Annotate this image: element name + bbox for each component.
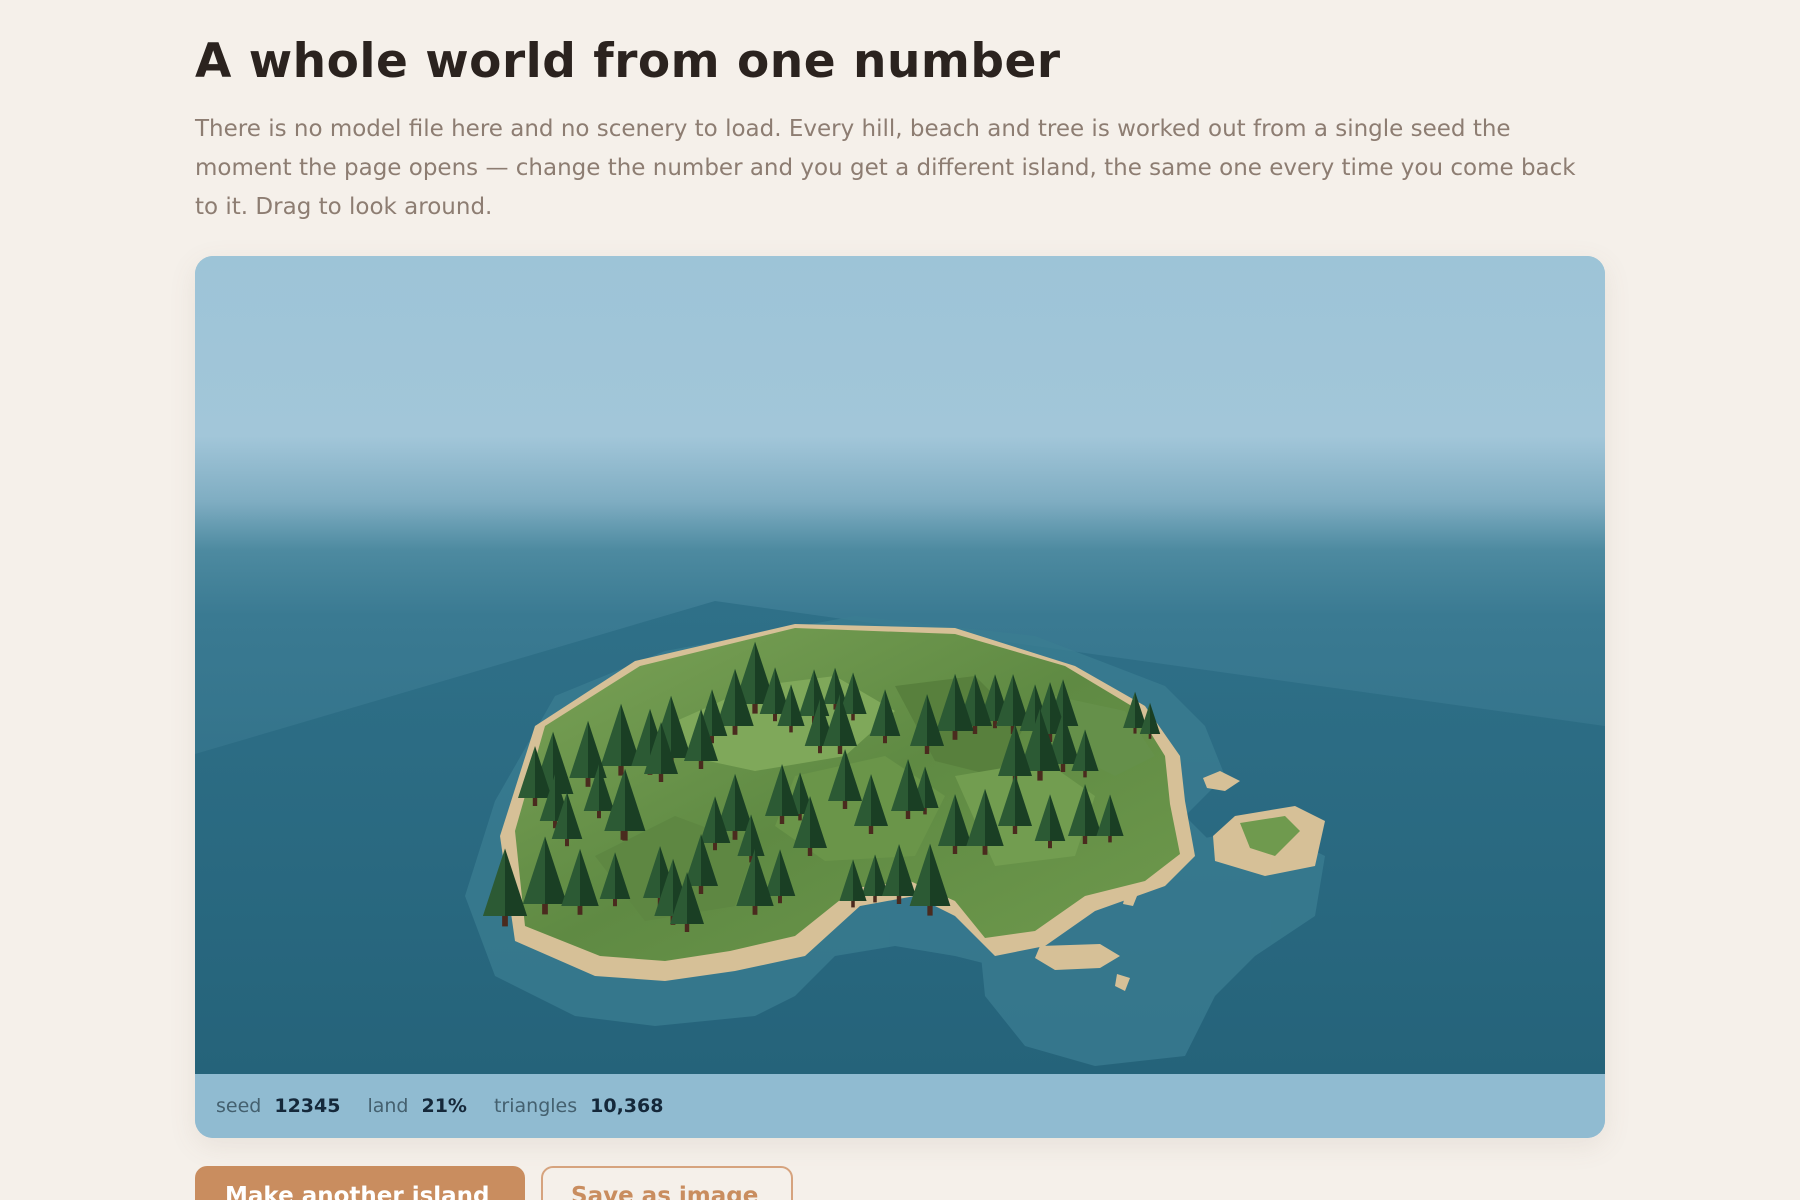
save-as-image-button[interactable]: Save as image xyxy=(541,1166,793,1200)
stat-value: 12345 xyxy=(274,1095,341,1117)
page-title: A whole world from one number xyxy=(195,34,1061,89)
make-another-island-button[interactable]: Make another island xyxy=(195,1166,525,1200)
stat-value: 10,368 xyxy=(590,1095,664,1117)
island-render xyxy=(195,256,1605,1074)
intro-text: There is no model file here and no scene… xyxy=(195,116,1576,220)
stat-value: 21% xyxy=(421,1095,467,1117)
island-viewer: seed 12345 land 21% triangles 10,368 xyxy=(195,256,1605,1138)
action-bar: Make another island Save as image xyxy=(195,1166,793,1200)
stat-land: land 21% xyxy=(367,1095,467,1117)
stat-label: seed xyxy=(216,1095,262,1117)
island-scene-canvas[interactable] xyxy=(195,256,1605,1074)
stat-label: triangles xyxy=(493,1095,578,1117)
stat-label: land xyxy=(367,1095,409,1117)
stat-seed: seed 12345 xyxy=(216,1095,340,1117)
stat-triangles: triangles 10,368 xyxy=(494,1095,663,1117)
status-bar: seed 12345 land 21% triangles 10,368 xyxy=(195,1074,1605,1138)
